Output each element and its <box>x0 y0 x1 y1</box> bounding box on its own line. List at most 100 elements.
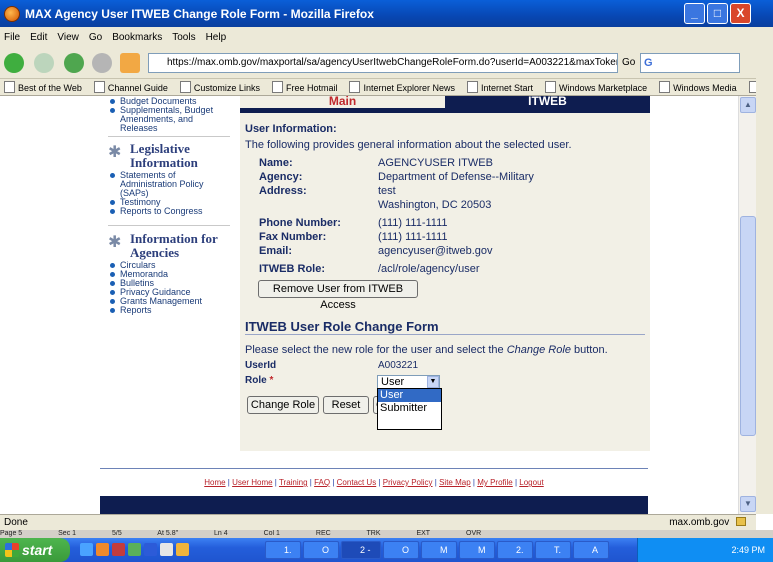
search-input[interactable]: G <box>640 53 740 73</box>
footer-link-privacy[interactable]: Privacy Policy <box>383 478 433 487</box>
clock[interactable]: 2:49 PM <box>731 545 765 555</box>
leaf-icon: ✱ <box>108 144 122 161</box>
user-info-intro: The following provides general informati… <box>245 139 572 151</box>
role-field-label: Role * <box>245 375 274 386</box>
role-option-user[interactable]: User <box>378 389 441 402</box>
bookmark-item[interactable]: Windows Marketplace <box>545 81 647 93</box>
role-option-submitter[interactable]: Submitter <box>378 402 441 415</box>
footer-link-training[interactable]: Training <box>279 478 308 487</box>
user-info-heading: User Information: <box>245 123 337 135</box>
address-line1: test <box>378 185 396 197</box>
window-titlebar[interactable]: MAX Agency User ITWEB Change Role Form -… <box>0 0 773 27</box>
role-change-form-title: ITWEB User Role Change Form <box>245 319 439 334</box>
reload-icon[interactable] <box>64 53 84 73</box>
quicklaunch-icon[interactable] <box>80 543 93 556</box>
sidebar-link[interactable]: Reports to Congress <box>108 207 228 216</box>
forward-icon[interactable] <box>34 53 54 73</box>
agency-label: Agency: <box>259 171 303 183</box>
email-label: Email: <box>259 245 293 257</box>
quicklaunch-icon[interactable] <box>128 543 141 556</box>
window-title: MAX Agency User ITWEB Change Role Form -… <box>25 6 374 21</box>
footer-link-logout[interactable]: Logout <box>519 478 543 487</box>
agencies-list: Circulars Memoranda Bulletins Privacy Gu… <box>108 261 228 315</box>
footer-link-faq[interactable]: FAQ <box>314 478 330 487</box>
quicklaunch-icon[interactable] <box>160 543 173 556</box>
scroll-up-arrow[interactable]: ▲ <box>740 97 756 113</box>
menu-bookmarks[interactable]: Bookmarks <box>112 32 162 43</box>
taskbar-item[interactable]: 2. <box>497 541 533 559</box>
go-button[interactable]: Go <box>622 57 635 68</box>
scroll-thumb[interactable] <box>740 216 756 436</box>
taskbar-item[interactable]: T. <box>535 541 571 559</box>
taskbar-item[interactable]: O <box>303 541 339 559</box>
bookmark-item[interactable]: Windows Media <box>659 81 737 93</box>
reset-button[interactable]: Reset <box>323 396 369 414</box>
bookmark-item[interactable]: Best of the Web <box>4 81 82 93</box>
menu-view[interactable]: View <box>57 32 79 43</box>
role-select[interactable]: User ▼ <box>377 375 440 389</box>
back-icon[interactable] <box>4 53 24 73</box>
form-instructions: Please select the new role for the user … <box>245 344 608 356</box>
close-button[interactable]: X <box>730 3 751 24</box>
bookmark-item[interactable]: Channel Guide <box>94 81 168 93</box>
quicklaunch-icon[interactable] <box>176 543 189 556</box>
footer-link-home[interactable]: Home <box>204 478 225 487</box>
taskbar-item-active[interactable]: 2 - <box>341 541 381 559</box>
itweb-role-label: ITWEB Role: <box>259 263 325 275</box>
footer-link-user-home[interactable]: User Home <box>232 478 272 487</box>
bookmark-item[interactable]: Internet Start <box>467 81 533 93</box>
scroll-down-arrow[interactable]: ▼ <box>740 496 756 512</box>
start-button[interactable]: start <box>0 538 70 562</box>
quicklaunch-icon[interactable] <box>112 543 125 556</box>
menu-go[interactable]: Go <box>89 32 102 43</box>
windows-taskbar: start 1. O 2 - O M M 2. T. A 2:49 PM <box>0 538 773 562</box>
legislative-heading: Legislative Information <box>130 141 198 170</box>
menu-bar: File Edit View Go Bookmarks Tools Help <box>0 27 773 47</box>
status-text: Done <box>4 517 28 528</box>
menu-file[interactable]: File <box>4 32 20 43</box>
taskbar-item[interactable]: A <box>573 541 609 559</box>
footer-link-profile[interactable]: My Profile <box>477 478 513 487</box>
chevron-down-icon[interactable]: ▼ <box>427 376 439 388</box>
change-role-button[interactable]: Change Role <box>247 396 319 414</box>
status-bar: Done max.omb.gov <box>0 514 756 530</box>
quicklaunch-icon[interactable] <box>96 543 109 556</box>
tab-main[interactable]: Main <box>240 96 445 108</box>
name-value: AGENCYUSER ITWEB <box>378 157 493 169</box>
form-divider <box>245 334 645 335</box>
taskbar-item[interactable]: 1. <box>265 541 301 559</box>
sidebar-link[interactable]: Reports <box>108 306 228 315</box>
role-dropdown-list: User Submitter <box>377 388 442 430</box>
page-content: Budget Documents Supplementals, Budget A… <box>0 96 738 514</box>
lock-icon <box>736 517 746 526</box>
background-app-statusbar: Page 5 Sec 1 5/5 At 5.8" Ln 4 Col 1 REC … <box>0 530 773 538</box>
menu-edit[interactable]: Edit <box>30 32 47 43</box>
window-right-edge <box>756 27 773 514</box>
phone-label: Phone Number: <box>259 217 341 229</box>
footer-link-sitemap[interactable]: Site Map <box>439 478 471 487</box>
menu-help[interactable]: Help <box>206 32 227 43</box>
url-input[interactable]: https://max.omb.gov/maxportal/sa/agencyU… <box>148 53 618 73</box>
userid-value: A003221 <box>378 360 419 371</box>
stop-icon[interactable] <box>92 53 112 73</box>
quicklaunch-icon[interactable] <box>144 543 157 556</box>
bookmark-item[interactable]: Customize Links <box>180 81 260 93</box>
agency-value: Department of Defense--Military <box>378 171 534 183</box>
sidebar-link[interactable]: Statements of Administration Policy (SAP… <box>108 171 228 198</box>
remove-user-button[interactable]: Remove User from ITWEB Access <box>258 280 418 311</box>
name-label: Name: <box>259 157 293 169</box>
bookmark-item[interactable]: Free Hotmail <box>272 81 338 93</box>
taskbar-item[interactable]: M <box>421 541 457 559</box>
tab-itweb[interactable]: ITWEB <box>445 96 650 108</box>
minimize-button[interactable]: _ <box>684 3 705 24</box>
menu-tools[interactable]: Tools <box>172 32 195 43</box>
maximize-button[interactable]: □ <box>707 3 728 24</box>
sidebar-link[interactable]: Supplementals, Budget Amendments, and Re… <box>108 106 228 133</box>
vertical-scrollbar[interactable]: ▲ ▼ <box>738 96 756 514</box>
footer-link-contact[interactable]: Contact Us <box>337 478 377 487</box>
taskbar-item[interactable]: M <box>459 541 495 559</box>
bookmark-item[interactable]: Internet Explorer News <box>349 81 455 93</box>
taskbar-item[interactable]: O <box>383 541 419 559</box>
footer-divider <box>100 468 648 469</box>
home-icon[interactable] <box>120 53 140 73</box>
